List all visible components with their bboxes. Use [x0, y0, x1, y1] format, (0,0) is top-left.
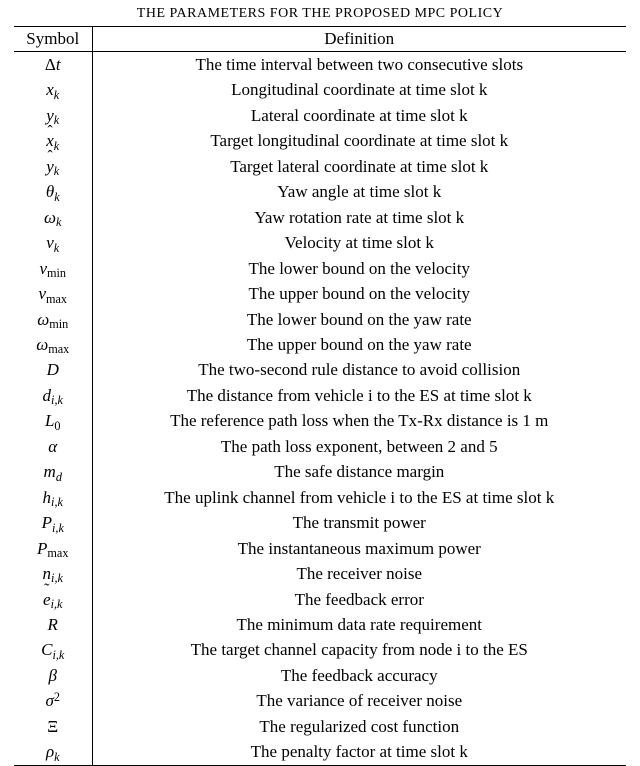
symbol-cell: ωmax — [14, 332, 92, 357]
table-row: αThe path loss exponent, between 2 and 5 — [14, 434, 626, 459]
parameters-table: Symbol Definition ΔtThe time interval be… — [14, 26, 626, 766]
table-row: RThe minimum data rate requirement — [14, 612, 626, 637]
definition-cell: The feedback accuracy — [92, 663, 626, 688]
definition-cell: The reference path loss when the Tx-Rx d… — [92, 408, 626, 433]
symbol-cell: R — [14, 612, 92, 637]
table-header-row: Symbol Definition — [14, 27, 626, 52]
table-row: ρkThe penalty factor at time slot k — [14, 739, 626, 765]
table-row: ykLateral coordinate at time slot k — [14, 103, 626, 128]
symbol-cell: D — [14, 357, 92, 382]
symbol-cell: σ2 — [14, 688, 92, 713]
definition-cell: The transmit power — [92, 510, 626, 535]
table-row: ωminThe lower bound on the yaw rate — [14, 307, 626, 332]
table-row: Pi,kThe transmit power — [14, 510, 626, 535]
definition-cell: The minimum data rate requirement — [92, 612, 626, 637]
symbol-cell: md — [14, 459, 92, 484]
definition-cell: The safe distance margin — [92, 459, 626, 484]
definition-cell: The receiver noise — [92, 561, 626, 586]
definition-cell: The distance from vehicle i to the ES at… — [92, 383, 626, 408]
table-row: L0The reference path loss when the Tx-Rx… — [14, 408, 626, 433]
definition-cell: The upper bound on the yaw rate — [92, 332, 626, 357]
symbol-cell: L0 — [14, 408, 92, 433]
table-row: PmaxThe instantaneous maximum power — [14, 536, 626, 561]
definition-cell: Longitudinal coordinate at time slot k — [92, 77, 626, 102]
table-row: ΞThe regularized cost function — [14, 714, 626, 739]
definition-cell: The time interval between two consecutiv… — [92, 52, 626, 78]
table-row: Ci,kThe target channel capacity from nod… — [14, 637, 626, 662]
table-row: vminThe lower bound on the velocity — [14, 256, 626, 281]
symbol-cell: ρk — [14, 739, 92, 765]
header-definition: Definition — [92, 27, 626, 52]
symbol-cell: β — [14, 663, 92, 688]
definition-cell: Target longitudinal coordinate at time s… — [92, 128, 626, 153]
definition-cell: The feedback error — [92, 587, 626, 612]
symbol-cell: vmax — [14, 281, 92, 306]
definition-cell: The upper bound on the velocity — [92, 281, 626, 306]
table-row: βThe feedback accuracy — [14, 663, 626, 688]
table-row: ni,kThe receiver noise — [14, 561, 626, 586]
symbol-cell: Pi,k — [14, 510, 92, 535]
table-body: ΔtThe time interval between two consecut… — [14, 52, 626, 766]
symbol-cell: xk — [14, 128, 92, 153]
definition-cell: The variance of receiver noise — [92, 688, 626, 713]
table-row: DThe two-second rule distance to avoid c… — [14, 357, 626, 382]
symbol-cell: vmin — [14, 256, 92, 281]
table-caption: THE PARAMETERS FOR THE PROPOSED MPC POLI… — [14, 6, 626, 22]
definition-cell: The regularized cost function — [92, 714, 626, 739]
table-row: ei,kThe feedback error — [14, 587, 626, 612]
symbol-cell: ωk — [14, 205, 92, 230]
table-row: di,kThe distance from vehicle i to the E… — [14, 383, 626, 408]
definition-cell: Yaw angle at time slot k — [92, 179, 626, 204]
symbol-cell: hi,k — [14, 485, 92, 510]
definition-cell: Velocity at time slot k — [92, 230, 626, 255]
symbol-cell: Δt — [14, 52, 92, 78]
symbol-cell: α — [14, 434, 92, 459]
symbol-cell: ni,k — [14, 561, 92, 586]
definition-cell: Target lateral coordinate at time slot k — [92, 154, 626, 179]
table-row: mdThe safe distance margin — [14, 459, 626, 484]
table-row: σ2The variance of receiver noise — [14, 688, 626, 713]
definition-cell: Lateral coordinate at time slot k — [92, 103, 626, 128]
table-row: ykTarget lateral coordinate at time slot… — [14, 154, 626, 179]
header-symbol: Symbol — [14, 27, 92, 52]
symbol-cell: yk — [14, 154, 92, 179]
symbol-cell: di,k — [14, 383, 92, 408]
symbol-cell: θk — [14, 179, 92, 204]
table-row: vkVelocity at time slot k — [14, 230, 626, 255]
table-row: hi,kThe uplink channel from vehicle i to… — [14, 485, 626, 510]
table-row: θkYaw angle at time slot k — [14, 179, 626, 204]
definition-cell: The two-second rule distance to avoid co… — [92, 357, 626, 382]
definition-cell: The uplink channel from vehicle i to the… — [92, 485, 626, 510]
table-row: xkLongitudinal coordinate at time slot k — [14, 77, 626, 102]
symbol-cell: xk — [14, 77, 92, 102]
definition-cell: The lower bound on the velocity — [92, 256, 626, 281]
symbol-cell: ωmin — [14, 307, 92, 332]
table-row: vmaxThe upper bound on the velocity — [14, 281, 626, 306]
definition-cell: The penalty factor at time slot k — [92, 739, 626, 765]
table-row: xkTarget longitudinal coordinate at time… — [14, 128, 626, 153]
table-row: ωmaxThe upper bound on the yaw rate — [14, 332, 626, 357]
table-row: ωkYaw rotation rate at time slot k — [14, 205, 626, 230]
definition-cell: The instantaneous maximum power — [92, 536, 626, 561]
symbol-cell: Ξ — [14, 714, 92, 739]
definition-cell: Yaw rotation rate at time slot k — [92, 205, 626, 230]
definition-cell: The path loss exponent, between 2 and 5 — [92, 434, 626, 459]
symbol-cell: Pmax — [14, 536, 92, 561]
definition-cell: The lower bound on the yaw rate — [92, 307, 626, 332]
table-row: ΔtThe time interval between two consecut… — [14, 52, 626, 78]
symbol-cell: yk — [14, 103, 92, 128]
symbol-cell: Ci,k — [14, 637, 92, 662]
symbol-cell: vk — [14, 230, 92, 255]
symbol-cell: ei,k — [14, 587, 92, 612]
definition-cell: The target channel capacity from node i … — [92, 637, 626, 662]
